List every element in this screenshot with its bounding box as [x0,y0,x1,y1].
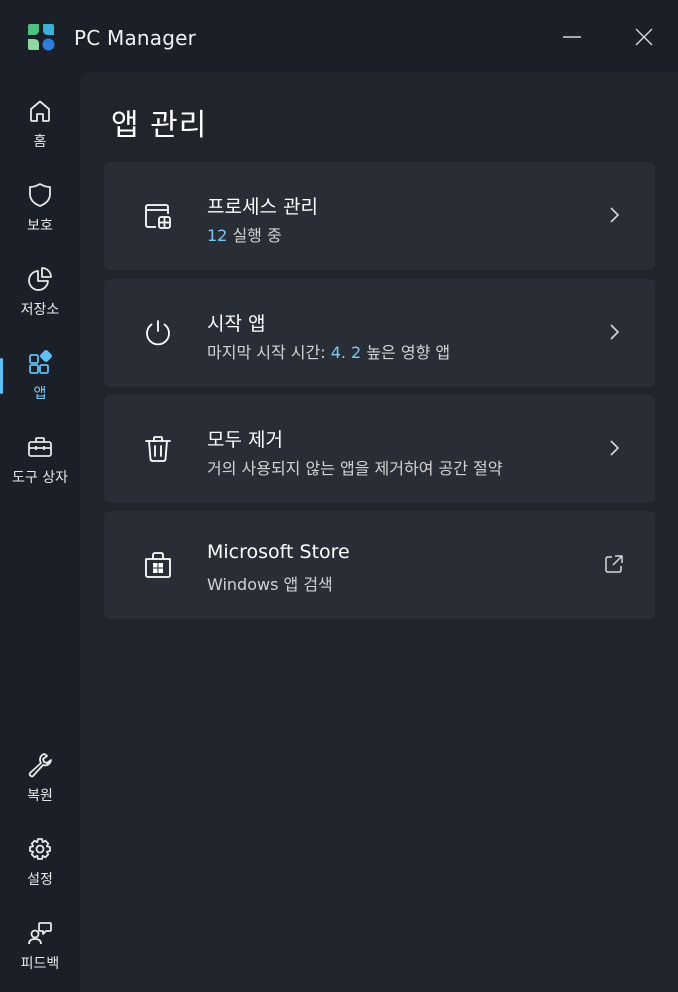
external-link-icon [604,553,624,575]
sidebar-item-restore[interactable]: 복원 [0,740,80,818]
feedback-icon [25,918,55,948]
chevron-right-icon [604,204,624,226]
store-icon [142,549,174,581]
apps-icon [25,348,55,378]
sidebar-item-label: 피드백 [20,956,60,972]
sidebar-item-toolbox[interactable]: 도구 상자 [0,422,80,500]
last-start-label: 마지막 시작 시간: [207,343,331,362]
card-subtitle: 마지막 시작 시간: 4. 2 높은 영향 앱 [207,339,450,363]
close-icon [635,28,653,46]
running-label: 실행 중 [227,226,282,245]
active-indicator [0,358,3,394]
sidebar-item-feedback[interactable]: 피드백 [0,908,80,986]
card-title: 시작 앱 [207,313,266,335]
process-management-card[interactable]: 프로세스 관리 12 실행 중 [104,162,655,270]
minimize-icon [563,36,581,38]
chevron-right-icon [604,321,624,343]
app-window: PC Manager 홈 보호 저장소 앱 도구 상자 복원 설정 피드백 앱 … [0,0,678,992]
sidebar-item-label: 설정 [27,872,53,888]
app-title: PC Manager [74,26,197,50]
app-logo-icon [28,24,55,51]
trash-icon [142,433,174,465]
power-icon [142,317,174,349]
running-count: 12 [207,226,228,245]
wrench-icon [25,750,55,780]
home-icon [25,96,55,126]
page-title: 앱 관리 [111,108,208,143]
sidebar-item-apps[interactable]: 앱 [0,338,80,416]
sidebar-item-storage[interactable]: 저장소 [0,254,80,332]
process-icon [142,200,174,232]
last-start-time: 4. 2 [330,343,362,362]
card-title: Microsoft Store [207,541,350,563]
card-title: 모두 제거 [207,429,283,451]
microsoft-store-card[interactable]: Microsoft Store Windows 앱 검색 [104,511,655,619]
sidebar-item-protection[interactable]: 보호 [0,170,80,248]
startup-apps-card[interactable]: 시작 앱 마지막 시작 시간: 4. 2 높은 영향 앱 [104,279,655,387]
card-subtitle: 거의 사용되지 않는 앱을 제거하여 공간 절약 [207,459,503,478]
main-content: 앱 관리 프로세스 관리 12 실행 중 시작 앱 마지막 시작 시간: 4. … [80,72,678,992]
high-impact-label: 높은 영향 앱 [361,343,451,362]
sidebar-item-label: 홈 [33,134,47,150]
sidebar-item-home[interactable]: 홈 [0,86,80,164]
sidebar-item-settings[interactable]: 설정 [0,824,80,902]
shield-icon [25,180,55,210]
sidebar-item-label: 보호 [27,218,53,234]
sidebar-item-label: 도구 상자 [12,470,68,486]
card-subtitle: 12 실행 중 [207,222,282,246]
toolbox-icon [25,432,55,462]
minimize-button[interactable] [552,20,592,54]
sidebar-item-label: 저장소 [20,302,60,318]
uninstall-card[interactable]: 모두 제거 거의 사용되지 않는 앱을 제거하여 공간 절약 [104,395,655,503]
card-title: 프로세스 관리 [207,196,318,218]
close-button[interactable] [624,20,664,54]
pie-chart-icon [25,264,55,294]
sidebar-item-label: 복원 [27,788,53,804]
chevron-right-icon [604,437,624,459]
sidebar-nav: 홈 보호 저장소 앱 도구 상자 복원 설정 피드백 [0,72,80,992]
card-subtitle: Windows 앱 검색 [207,575,333,594]
sidebar-item-label: 앱 [33,386,47,402]
title-bar[interactable]: PC Manager [0,0,678,72]
gear-icon [25,834,55,864]
